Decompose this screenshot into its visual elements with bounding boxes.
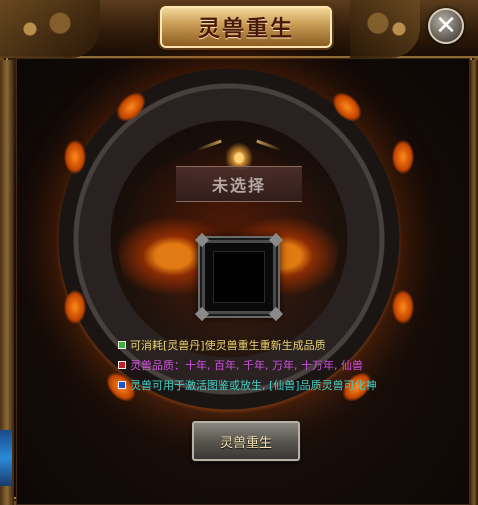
info-line: 灵兽品质：十年, 百年, 千年, 万年, 十万年, 仙兽 (118, 356, 458, 374)
frame-right-rail (470, 60, 478, 505)
pet-slot[interactable] (194, 232, 284, 322)
selected-pet-banner: 未选择 (176, 166, 302, 202)
corner-ornament-left (0, 0, 100, 58)
selected-pet-name: 未选择 (211, 176, 266, 195)
crest-icon (214, 130, 264, 170)
square-bullet-icon (118, 361, 126, 369)
rebirth-button-label: 灵兽重生 (219, 435, 272, 451)
info-list: 可消耗[灵兽丹]使灵兽重生重新生成品质 灵兽品质：十年, 百年, 千年, 万年,… (118, 336, 458, 396)
edge-decoration (0, 430, 12, 486)
corner-ornament-right (350, 0, 420, 58)
square-bullet-icon (118, 341, 126, 349)
rebirth-button[interactable]: 灵兽重生 (192, 421, 300, 461)
info-line-text: 灵兽可用于激活图鉴或放生, [仙兽]品质灵兽可化神 (130, 379, 377, 392)
title-plate: 灵兽重生 (160, 6, 332, 48)
flame-orb (392, 290, 414, 324)
slot-empty-area (213, 251, 265, 303)
info-line-text: 可消耗[灵兽丹]使灵兽重生重新生成品质 (130, 339, 326, 352)
title-bar: 灵兽重生 ✕ (0, 0, 478, 58)
info-line: 灵兽可用于激活图鉴或放生, [仙兽]品质灵兽可化神 (118, 376, 458, 394)
pet-rebirth-panel: 灵兽重生 ✕ 未选择 可消耗[灵兽丹]使灵兽重生重新生成品质 灵兽品质：十年, … (0, 0, 478, 505)
close-icon: ✕ (435, 11, 457, 41)
flame-orb (64, 140, 86, 174)
close-button[interactable]: ✕ (428, 8, 464, 44)
square-bullet-icon (118, 381, 126, 389)
flame-orb (64, 290, 86, 324)
info-line: 可消耗[灵兽丹]使灵兽重生重新生成品质 (118, 336, 458, 354)
window-title: 灵兽重生 (197, 16, 294, 42)
flame-orb (392, 140, 414, 174)
info-line-text: 灵兽品质：十年, 百年, 千年, 万年, 十万年, 仙兽 (130, 359, 363, 372)
